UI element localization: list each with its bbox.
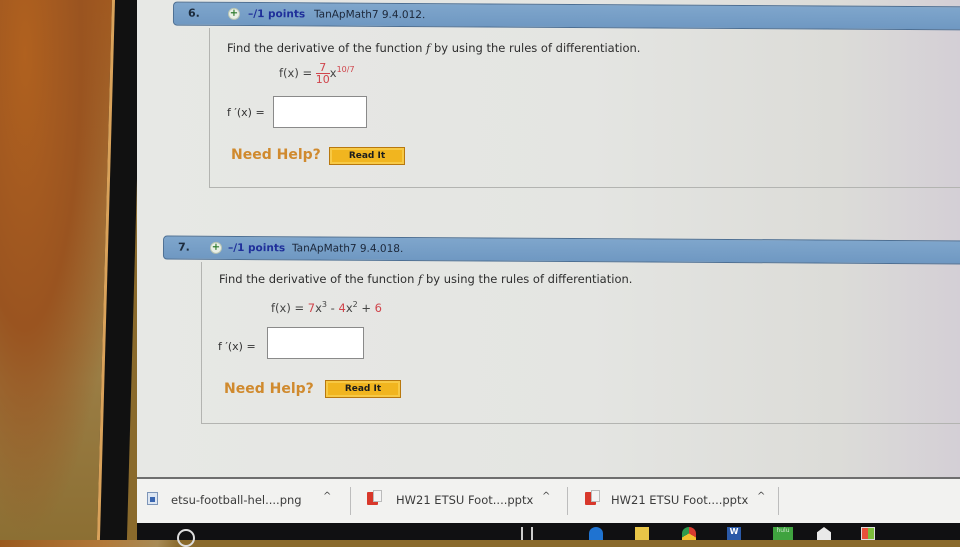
image-file-icon <box>147 492 158 505</box>
download-filename: etsu-football-hel....png <box>171 493 302 507</box>
chrome-icon[interactable] <box>682 527 696 540</box>
powerpoint-file-icon <box>585 490 600 505</box>
question-7-function: f(x) = 7x3 - 4x2 + 6 <box>271 300 382 315</box>
question-number: 7. <box>177 240 190 254</box>
question-number: 6. <box>187 6 200 20</box>
downloads-bar: etsu-football-hel....png ^ HW21 ETSU Foo… <box>137 477 960 523</box>
question-6-prompt: Find the derivative of the function f by… <box>227 41 641 55</box>
divider <box>778 487 779 515</box>
points-label: –/1 points <box>227 241 286 255</box>
question-6-header: 6. + –/1 points TanApMath7 9.4.012. <box>172 1 960 31</box>
derivative-label: f ′(x) = <box>227 106 265 119</box>
task-view-icon[interactable] <box>521 527 533 540</box>
chevron-up-icon[interactable]: ^ <box>542 491 550 502</box>
question-7-prompt: Find the derivative of the function f by… <box>219 272 633 286</box>
chevron-up-icon[interactable]: ^ <box>757 491 765 502</box>
file-explorer-icon[interactable] <box>635 527 649 540</box>
powerpoint-file-icon <box>367 490 382 505</box>
expand-plus-icon[interactable]: + <box>209 241 223 254</box>
search-icon[interactable] <box>177 529 195 547</box>
points-label: –/1 points <box>247 8 306 21</box>
chevron-up-icon[interactable]: ^ <box>323 491 331 502</box>
question-source: TanApMath7 9.4.012. <box>313 8 426 22</box>
windows-taskbar: W hulu <box>137 523 960 547</box>
browser-page: 6. + –/1 points TanApMath7 9.4.012. Find… <box>137 0 960 540</box>
download-filename: HW21 ETSU Foot....pptx <box>396 493 534 507</box>
question-source: TanApMath7 9.4.018. <box>291 242 404 255</box>
divider <box>350 487 351 515</box>
need-help-label: Need Help? <box>224 381 314 397</box>
question-7-header: 7. + –/1 points TanApMath7 9.4.018. <box>162 235 960 265</box>
edge-icon[interactable] <box>589 527 603 540</box>
need-help-label: Need Help? <box>231 147 321 163</box>
coefficient-fraction: 7 10 <box>315 61 330 86</box>
read-it-button[interactable]: Read It <box>325 380 401 398</box>
derivative-answer-input[interactable] <box>273 96 367 128</box>
mail-icon[interactable] <box>817 527 831 540</box>
derivative-answer-input[interactable] <box>267 327 364 359</box>
hulu-icon[interactable]: hulu <box>773 527 793 540</box>
divider <box>567 487 568 515</box>
word-icon[interactable]: W <box>727 527 741 540</box>
question-6-function: f(x) = 7 10 x10/7 <box>279 61 355 86</box>
derivative-label: f ′(x) = <box>218 340 256 353</box>
read-it-button[interactable]: Read It <box>329 147 405 165</box>
expand-plus-icon[interactable]: + <box>227 7 241 20</box>
download-filename: HW21 ETSU Foot....pptx <box>611 493 749 507</box>
store-icon[interactable] <box>861 527 875 540</box>
